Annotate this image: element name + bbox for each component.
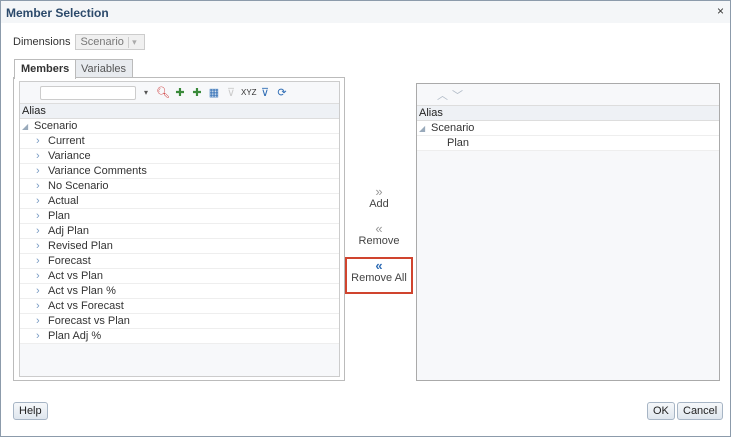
- expand-chevron-icon[interactable]: ›: [36, 180, 48, 192]
- members-toolbar: ▾ 🔍︎ ✚ ✚ ▦ ⊽ XYZ ⊽ ⟳: [20, 82, 339, 104]
- member-row[interactable]: › Actual: [20, 194, 339, 209]
- member-row[interactable]: › Revised Plan: [20, 239, 339, 254]
- member-row[interactable]: › Act vs Plan %: [20, 284, 339, 299]
- selections-toolbar: ︿ ﹀: [417, 84, 719, 106]
- filter-icon[interactable]: ⊽: [224, 86, 238, 100]
- member-row[interactable]: › Act vs Plan: [20, 269, 339, 284]
- row-label: Revised Plan: [48, 240, 113, 252]
- row-label: Variance Comments: [48, 165, 147, 177]
- expand-chevron-icon[interactable]: ›: [36, 225, 48, 237]
- expand-chevron-icon[interactable]: ›: [36, 285, 48, 297]
- find-xyz-icon[interactable]: XYZ: [241, 86, 257, 100]
- expand-chevron-icon[interactable]: ›: [36, 270, 48, 282]
- expand-chevron-icon[interactable]: ›: [36, 150, 48, 162]
- row-label: Forecast vs Plan: [48, 315, 130, 327]
- row-label: Current: [48, 135, 85, 147]
- member-row[interactable]: › No Scenario: [20, 179, 339, 194]
- select-descendants-icon[interactable]: ✚: [173, 86, 187, 100]
- help-button[interactable]: Help: [13, 402, 48, 420]
- tab-members[interactable]: Members: [14, 59, 77, 79]
- search-dropdown-icon[interactable]: ▾: [139, 86, 153, 100]
- remove-all-button[interactable]: «Remove All: [345, 257, 413, 294]
- ok-button[interactable]: OK: [647, 402, 675, 420]
- chevron-right-icon: »: [375, 184, 383, 199]
- alias-column-header: Alias: [20, 104, 339, 119]
- expand-chevron-icon[interactable]: ›: [36, 300, 48, 312]
- row-label: Plan: [447, 137, 470, 149]
- member-row[interactable]: › Plan: [20, 209, 339, 224]
- advanced-filter-icon[interactable]: ⊽: [258, 86, 272, 100]
- row-label: Variance: [48, 150, 91, 162]
- dimensions-row: Dimensions Scenario ▾: [13, 34, 145, 50]
- row-label: Plan: [48, 210, 71, 222]
- member-row[interactable]: › Forecast: [20, 254, 339, 269]
- expand-chevron-icon[interactable]: ›: [36, 135, 48, 147]
- alias-column-header: Alias: [417, 106, 719, 121]
- close-icon[interactable]: ×: [717, 4, 724, 18]
- member-row[interactable]: › Adj Plan: [20, 224, 339, 239]
- row-label: No Scenario: [48, 180, 109, 192]
- dimensions-label: Dimensions: [13, 36, 71, 48]
- add-button[interactable]: » Add: [345, 184, 413, 210]
- select-children-icon[interactable]: ✚: [190, 86, 204, 100]
- collapse-triangle-icon[interactable]: ◢: [419, 124, 431, 133]
- row-label: Forecast: [48, 255, 91, 267]
- members-tree: ▾ 🔍︎ ✚ ✚ ▦ ⊽ XYZ ⊽ ⟳ Alias ◢ Scenario › Cu…: [19, 81, 340, 377]
- expand-chevron-icon[interactable]: ›: [36, 195, 48, 207]
- search-input[interactable]: [40, 85, 136, 100]
- add-label: Add: [369, 198, 389, 210]
- row-label: Act vs Forecast: [48, 300, 124, 312]
- selected-member-row[interactable]: Plan: [417, 136, 719, 151]
- member-row[interactable]: › Variance: [20, 149, 339, 164]
- expand-chevron-icon[interactable]: ›: [36, 315, 48, 327]
- member-row[interactable]: › Forecast vs Plan: [20, 314, 339, 329]
- row-label: Plan Adj %: [48, 330, 102, 342]
- expand-chevron-icon[interactable]: ›: [36, 210, 48, 222]
- dimensions-value: Scenario: [80, 36, 124, 48]
- title-text: Member Selection: [6, 6, 109, 20]
- tab-label: Members: [21, 63, 70, 75]
- dialog-title: Member Selection: [1, 1, 730, 23]
- row-label: Actual: [48, 195, 79, 207]
- selections-panel: ︿ ﹀ Alias ◢ Scenario Plan: [416, 83, 720, 381]
- member-row[interactable]: › Variance Comments: [20, 164, 339, 179]
- expand-chevron-icon[interactable]: ›: [36, 240, 48, 252]
- member-row[interactable]: › Act vs Forecast: [20, 299, 339, 314]
- remove-label: Remove: [358, 235, 400, 247]
- row-label: Act vs Plan: [48, 270, 104, 282]
- chevron-left-icon: «: [375, 221, 383, 236]
- selections-list: ◢ Scenario Plan: [417, 121, 719, 151]
- cancel-button[interactable]: Cancel: [677, 402, 724, 420]
- tree-root-row[interactable]: ◢ Scenario: [417, 121, 719, 136]
- move-down-icon[interactable]: ﹀: [452, 87, 463, 103]
- double-chevron-left-icon: «: [375, 258, 383, 273]
- collapse-triangle-icon[interactable]: ◢: [22, 122, 34, 131]
- show-alias-icon[interactable]: ▦: [207, 86, 221, 100]
- refresh-icon[interactable]: ⟳: [275, 86, 289, 100]
- row-label: Scenario: [34, 120, 78, 132]
- dimensions-select[interactable]: Scenario ▾: [75, 34, 145, 50]
- remove-all-label: Remove All: [351, 272, 407, 284]
- row-label: Adj Plan: [48, 225, 89, 237]
- chevron-down-icon: ▾: [127, 36, 140, 48]
- remove-button[interactable]: «Remove: [345, 221, 413, 247]
- row-label: Scenario: [431, 122, 475, 134]
- member-row[interactable]: › Plan Adj %: [20, 329, 339, 344]
- search-icon[interactable]: 🔍︎: [156, 86, 170, 100]
- member-selection-dialog: Member Selection × Dimensions Scenario ▾ …: [0, 0, 731, 437]
- members-panel: ▾ 🔍︎ ✚ ✚ ▦ ⊽ XYZ ⊽ ⟳ Alias ◢ Scenario › Cu…: [13, 77, 345, 381]
- member-row[interactable]: › Current: [20, 134, 339, 149]
- members-list: ◢ Scenario › Current › Variance › Variance Com…: [20, 119, 339, 344]
- tab-label: Variables: [81, 63, 127, 75]
- tab-variables[interactable]: Variables: [74, 59, 134, 78]
- tree-root-row[interactable]: ◢ Scenario: [20, 119, 339, 134]
- expand-chevron-icon[interactable]: ›: [36, 255, 48, 267]
- row-label: Act vs Plan %: [48, 285, 116, 297]
- expand-chevron-icon[interactable]: ›: [36, 165, 48, 177]
- expand-chevron-icon[interactable]: ›: [36, 330, 48, 342]
- move-up-icon[interactable]: ︿: [437, 87, 448, 103]
